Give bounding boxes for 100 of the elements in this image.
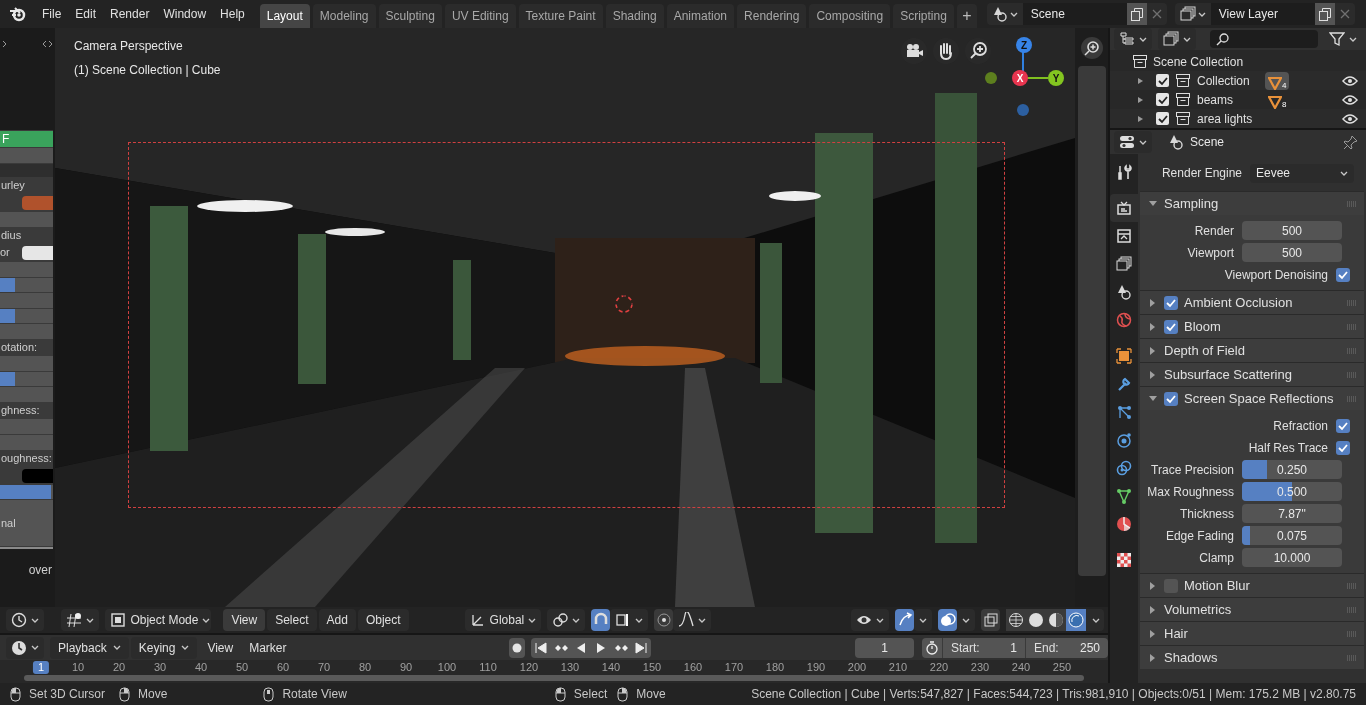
frame-number: 120	[519, 661, 539, 674]
panel-title: Volumetrics	[1164, 600, 1232, 619]
socket-label: or	[0, 245, 10, 261]
slider-field[interactable]: 0.250	[1242, 460, 1342, 479]
field-label: Refraction	[1273, 417, 1328, 435]
panel-header[interactable]: Depth of Field	[1140, 338, 1364, 362]
node-header: F	[0, 131, 53, 147]
number-field[interactable]: 10.000	[1242, 548, 1342, 567]
tree-label: beams	[1197, 91, 1235, 109]
frame-number: 130	[560, 661, 580, 674]
menu-item[interactable]: Window	[156, 2, 214, 26]
socket-label: oughness:	[0, 451, 53, 466]
panel-title: Bloom	[1184, 317, 1221, 336]
menu-dropdown[interactable]: Playback	[50, 636, 129, 659]
object-count-badge[interactable]: 4	[1265, 71, 1290, 90]
current-frame-marker[interactable]: 1	[32, 661, 50, 674]
frame-field[interactable]: Start: 1	[942, 637, 1025, 658]
field-label: Render	[1193, 222, 1235, 240]
render-engine-dropdown[interactable]: Eevee	[1250, 163, 1354, 183]
frame-number: 220	[929, 661, 949, 674]
workspace-tab[interactable]: UV Editing	[444, 4, 516, 28]
slider-field[interactable]: 0.075	[1242, 526, 1342, 545]
object-count-badge[interactable]: 8	[1265, 90, 1290, 109]
menu-item[interactable]: Help	[213, 2, 252, 26]
name-field[interactable]: View Layer	[1210, 3, 1315, 25]
menu-button[interactable]: Marker	[241, 636, 295, 659]
number-field[interactable]: 500	[1242, 243, 1342, 262]
frame-number: 100	[437, 661, 457, 674]
field-label: Thickness	[1178, 505, 1235, 523]
viewport-subtitle: (1) Scene Collection | Cube	[74, 62, 221, 79]
frame-number: 80	[358, 661, 372, 674]
tree-row[interactable]: Scene Collection	[1110, 52, 1366, 71]
panel-header[interactable]: Screen Space Reflections	[1140, 386, 1364, 410]
orientation-dropdown[interactable]: Global	[464, 609, 542, 631]
panel-header[interactable]: Ambient Occlusion	[1140, 290, 1364, 314]
frame-number: 30	[153, 661, 167, 674]
panel-title: Screen Space Reflections	[1184, 389, 1334, 408]
frame-number: 250	[1052, 661, 1072, 674]
frame-number: 60	[276, 661, 290, 674]
workspace-tab[interactable]: Texture Paint	[518, 4, 603, 28]
socket-label: otation:	[0, 340, 39, 355]
frame-number: 110	[479, 661, 497, 674]
panel-header[interactable]: Subsurface Scattering	[1140, 362, 1364, 386]
menu-item[interactable]: File	[35, 2, 69, 26]
panel-header[interactable]: Shadows	[1140, 645, 1364, 669]
frame-number: 230	[970, 661, 990, 674]
panel-title: Subsurface Scattering	[1164, 365, 1292, 384]
current-frame-field[interactable]: 1	[854, 637, 914, 658]
field-label: Max Roughness	[1146, 483, 1235, 501]
workspace-tab[interactable]: Compositing	[809, 4, 891, 28]
field-label: Half Res Trace	[1248, 439, 1328, 457]
panel-header[interactable]: Volumetrics	[1140, 597, 1364, 621]
frame-number: 150	[642, 661, 662, 674]
footer-label: over	[28, 562, 52, 579]
panel-header[interactable]: Motion Blur	[1140, 573, 1364, 597]
panel-title: Sampling	[1164, 194, 1219, 213]
menu-button[interactable]: Add	[318, 609, 356, 631]
menu-item[interactable]: Edit	[68, 2, 104, 26]
frame-number: 40	[194, 661, 208, 674]
context-path-label: Scene	[1190, 134, 1225, 151]
workspace-tab[interactable]: Rendering	[737, 4, 807, 28]
menu-item[interactable]: Render	[103, 2, 157, 26]
menu-button[interactable]: View	[199, 636, 242, 659]
status-hint: Select	[573, 686, 608, 703]
panel-title: Depth of Field	[1164, 341, 1245, 360]
menu-button[interactable]: Select	[267, 609, 317, 631]
socket-label: nal	[0, 500, 53, 546]
add-workspace-button[interactable]: +	[956, 4, 977, 28]
workspace-tab[interactable]: Layout	[259, 4, 310, 28]
workspace-tab[interactable]: Sculpting	[378, 4, 442, 28]
field-label: Viewport Denoising	[1224, 266, 1328, 284]
status-hint: Rotate View	[282, 686, 347, 703]
frame-number: 20	[112, 661, 126, 674]
panel-header[interactable]: Bloom	[1140, 314, 1364, 338]
mode-dropdown[interactable]: Object Mode	[105, 609, 212, 631]
workspace-tab[interactable]: Shading	[605, 4, 664, 28]
panel-title: Motion Blur	[1184, 576, 1250, 595]
number-field[interactable]: 7.87"	[1242, 504, 1342, 523]
field-label: Edge Fading	[1164, 527, 1235, 545]
panel-header[interactable]: Hair	[1140, 621, 1364, 645]
frame-number: 180	[765, 661, 785, 674]
field-label: Clamp	[1198, 549, 1235, 567]
field-label: Viewport	[1186, 244, 1235, 262]
frame-field[interactable]: End: 250	[1025, 637, 1108, 658]
workspace-tab[interactable]: Modeling	[312, 4, 376, 28]
frame-number: 90	[399, 661, 413, 674]
workspace-tab[interactable]: Scripting	[893, 4, 954, 28]
panel-header[interactable]: Sampling	[1140, 191, 1364, 215]
name-field[interactable]: Scene	[1022, 3, 1127, 25]
menu-dropdown[interactable]: Keying	[130, 636, 198, 659]
number-field[interactable]: 500	[1242, 221, 1342, 240]
menu-button[interactable]: View	[223, 609, 266, 631]
status-hint: Set 3D Cursor	[29, 686, 106, 703]
socket-label: ghness:	[0, 403, 41, 418]
scene-statistics: Scene Collection | Cube | Verts:547,827 | Faces:544,723 | Tris:981,910 | Objects:0/51 | Mem: 175.2 MB | v2.80.75	[751, 686, 1356, 703]
tree-label: Collection	[1197, 72, 1251, 90]
menu-button[interactable]: Object	[357, 609, 409, 631]
panel-title: Ambient Occlusion	[1184, 293, 1293, 312]
status-hint: Move	[138, 686, 168, 703]
workspace-tab[interactable]: Animation	[666, 4, 735, 28]
